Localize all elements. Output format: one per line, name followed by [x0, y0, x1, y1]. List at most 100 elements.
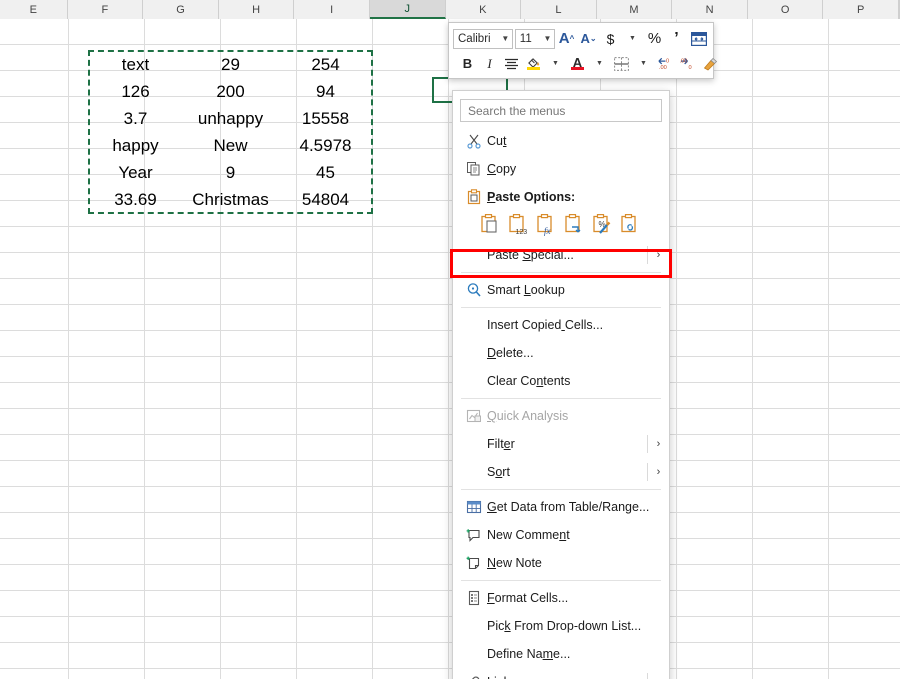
cell-G1[interactable]: 29: [183, 51, 278, 78]
decrease-font-size-icon[interactable]: A ⌄: [578, 28, 599, 50]
paste-transpose-icon[interactable]: [563, 213, 585, 237]
paste-values-icon[interactable]: 123: [507, 213, 529, 237]
chevron-right-icon[interactable]: ›: [647, 463, 669, 481]
chevron-down-icon[interactable]: ▼: [633, 53, 654, 75]
increase-font-size-icon[interactable]: A ^: [556, 28, 577, 50]
cell-F4[interactable]: happy: [88, 132, 183, 159]
chevron-down-icon[interactable]: ▼: [541, 34, 554, 43]
increase-decimal-icon[interactable]: .00 0: [677, 53, 698, 75]
format-as-table-icon[interactable]: [688, 28, 709, 50]
menu-item-new-note[interactable]: New Note: [453, 549, 669, 577]
column-header-O[interactable]: O: [747, 0, 824, 19]
column-header-E[interactable]: E: [0, 0, 68, 19]
cell-context-menu[interactable]: Search the menus Cut Copy Paste Options: 1…: [452, 90, 670, 679]
chevron-down-icon[interactable]: ▼: [622, 28, 643, 50]
chevron-right-icon[interactable]: ›: [647, 673, 669, 679]
cell-H1[interactable]: 254: [278, 51, 373, 78]
search-the-menus-input[interactable]: Search the menus: [460, 99, 662, 122]
paste-formulas-icon[interactable]: fx: [535, 213, 557, 237]
menu-item-copy[interactable]: Copy: [453, 155, 669, 183]
menu-item-sort[interactable]: Sort ›: [453, 458, 669, 486]
percent-style-icon[interactable]: %: [644, 28, 665, 50]
cell-H2[interactable]: 94: [278, 78, 373, 105]
font-size-combo[interactable]: 11 ▼: [514, 28, 555, 49]
borders-icon[interactable]: [611, 53, 632, 75]
grid-row[interactable]: [0, 669, 900, 679]
grid-row[interactable]: [0, 643, 900, 669]
menu-item-clear-contents[interactable]: Clear Contents: [453, 367, 669, 395]
grid-row[interactable]: [0, 227, 900, 253]
grid-row[interactable]: [0, 331, 900, 357]
column-header-G[interactable]: G: [143, 0, 219, 19]
bold-icon[interactable]: B: [457, 53, 478, 75]
column-header-K[interactable]: K: [445, 0, 522, 19]
grid-row[interactable]: [0, 435, 900, 461]
menu-item-smart-lookup[interactable]: Smart Lookup: [453, 276, 669, 304]
cell-G4[interactable]: New: [183, 132, 278, 159]
grid-row[interactable]: [0, 409, 900, 435]
cell-F1[interactable]: text: [88, 51, 183, 78]
format-painter-icon[interactable]: [699, 53, 720, 75]
cell-H5[interactable]: 45: [278, 159, 373, 186]
cell-H4[interactable]: 4.5978: [278, 132, 373, 159]
column-header-N[interactable]: N: [672, 0, 748, 19]
column-header-L[interactable]: L: [521, 0, 597, 19]
grid-row[interactable]: [0, 279, 900, 305]
font-color-icon[interactable]: A: [567, 53, 588, 75]
column-header-I[interactable]: I: [294, 0, 370, 19]
column-header-M[interactable]: M: [596, 0, 673, 19]
chevron-down-icon[interactable]: ▼: [589, 53, 610, 75]
fill-color-icon[interactable]: [523, 53, 544, 75]
grid-row[interactable]: [0, 487, 900, 513]
paste-formatting-icon[interactable]: %: [591, 213, 613, 237]
cell-H3[interactable]: 15558: [278, 105, 373, 132]
menu-item-get-data-from-table-range[interactable]: Get Data from Table/Range...: [453, 493, 669, 521]
chevron-down-icon[interactable]: ▼: [545, 53, 566, 75]
menu-item-format-cells[interactable]: Format Cells...: [453, 584, 669, 612]
menu-item-filter[interactable]: Filter ›: [453, 430, 669, 458]
grid-row[interactable]: [0, 461, 900, 487]
menu-item-pick-from-drop-down-list[interactable]: Pick From Drop-down List...: [453, 612, 669, 640]
font-name-combo[interactable]: Calibri ▼: [453, 28, 513, 49]
mini-formatting-toolbar[interactable]: Calibri ▼ 11 ▼ A ^ A ⌄ $ ▼ % ’ B I ▼ A ▼…: [448, 22, 717, 79]
grid-row[interactable]: [0, 305, 900, 331]
grid-row[interactable]: [0, 253, 900, 279]
menu-item-cut[interactable]: Cut: [453, 127, 669, 155]
column-header-J[interactable]: J: [369, 0, 446, 19]
grid-row[interactable]: [0, 513, 900, 539]
menu-item-define-name[interactable]: Define Name...: [453, 640, 669, 668]
center-align-icon[interactable]: [501, 53, 522, 75]
grid-row[interactable]: [0, 617, 900, 643]
paste-keep-source-formatting-icon[interactable]: [479, 213, 501, 237]
menu-item-paste-options[interactable]: Paste Options:: [453, 183, 669, 211]
cell-F3[interactable]: 3.7: [88, 105, 183, 132]
menu-item-insert-copied-cells[interactable]: Insert Copied Cells...: [453, 311, 669, 339]
menu-item-link[interactable]: Link›: [453, 668, 669, 679]
paste-link-icon[interactable]: [619, 213, 641, 237]
column-header-P[interactable]: P: [823, 0, 899, 19]
grid-row[interactable]: [0, 383, 900, 409]
grid-row[interactable]: [0, 591, 900, 617]
cell-F2[interactable]: 126: [88, 78, 183, 105]
cell-H6[interactable]: 54804: [278, 186, 373, 213]
cell-F6[interactable]: 33.69: [88, 186, 183, 213]
column-header-F[interactable]: F: [67, 0, 144, 19]
menu-item-delete[interactable]: Delete...: [453, 339, 669, 367]
comma-style-icon[interactable]: ’: [666, 28, 687, 50]
chevron-right-icon[interactable]: ›: [647, 246, 669, 264]
grid-row[interactable]: [0, 565, 900, 591]
menu-item-paste-special[interactable]: Paste Special... ›: [453, 241, 669, 269]
cell-F5[interactable]: Year: [88, 159, 183, 186]
cell-G5[interactable]: 9: [183, 159, 278, 186]
chevron-down-icon[interactable]: ▼: [499, 34, 512, 43]
column-header-H[interactable]: H: [218, 0, 295, 19]
accounting-number-format-icon[interactable]: $: [600, 28, 621, 50]
cell-G3[interactable]: unhappy: [183, 105, 278, 132]
paste-options-icon-row[interactable]: 123 fx%: [453, 211, 669, 241]
menu-item-new-comment[interactable]: New Comment: [453, 521, 669, 549]
grid-row[interactable]: [0, 539, 900, 565]
italic-icon[interactable]: I: [479, 53, 500, 75]
grid-row[interactable]: [0, 357, 900, 383]
cell-G6[interactable]: Christmas: [183, 186, 278, 213]
decrease-decimal-icon[interactable]: 0 .00: [655, 53, 676, 75]
